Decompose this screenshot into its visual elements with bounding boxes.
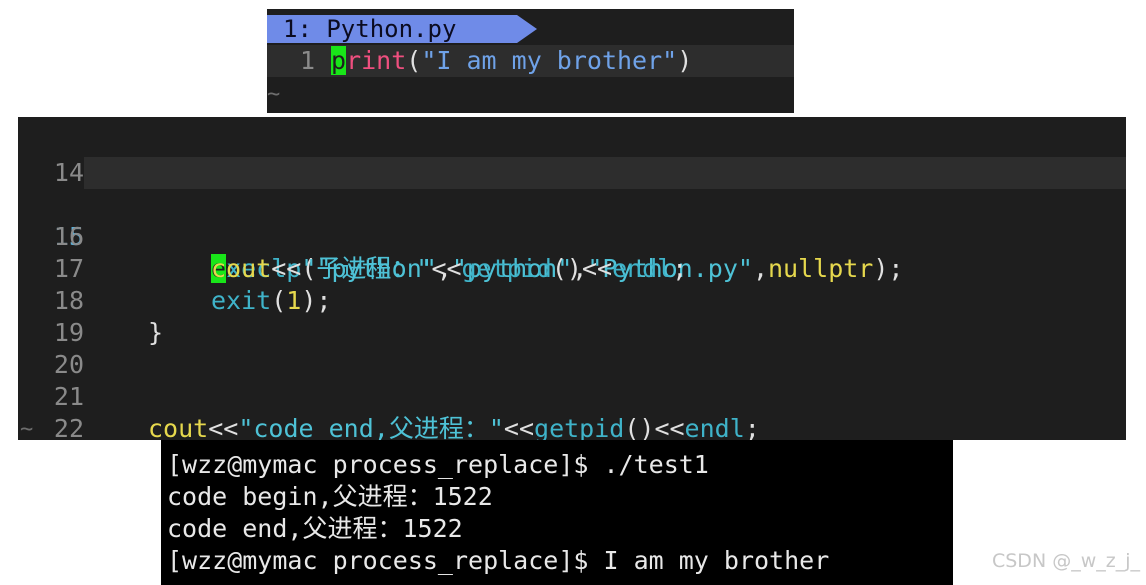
current-line-highlight (84, 157, 1126, 189)
string-literal: "code end,父进程：" (238, 414, 504, 440)
tab-arrow-icon (517, 15, 537, 43)
terminal-line: [wzz@mymac process_replace]$ ./test1 (167, 450, 709, 479)
editor-line-19[interactable]: 19 (18, 285, 1126, 347)
editor-line-1[interactable]: 1 print("I am my brother") (267, 45, 794, 77)
terminal-line: code end,父进程：1522 (167, 514, 463, 543)
empty-line-tilde: ~ (20, 417, 34, 440)
print-function: rint (346, 46, 407, 75)
tab-line: 1: Python.py (267, 9, 794, 43)
tab-python-py[interactable]: 1: Python.py (267, 15, 517, 43)
endl-identifier: endl (684, 414, 745, 440)
editor-line-22[interactable]: 22 } (18, 381, 1126, 440)
cout-keyword: cout (148, 414, 209, 440)
string-literal: "I am my brother" (421, 46, 678, 75)
watermark: CSDN @_w_z_j_ (991, 550, 1140, 572)
text-cursor: p (331, 46, 347, 75)
editor-line-21[interactable]: 21 cout<<"code end,父进程："<<getpid()<<endl… (18, 349, 1126, 440)
operator: << (208, 414, 239, 440)
editor-line-14[interactable]: 14 (18, 125, 1126, 187)
operator: << (654, 414, 685, 440)
paren: () (624, 414, 655, 440)
editor-line-17[interactable]: 17 exit(1); (18, 221, 1126, 315)
paren: ) (677, 46, 693, 75)
terminal-window[interactable]: [wzz@mymac process_replace]$ ./test1 cod… (161, 440, 953, 585)
semicolon: ; (744, 414, 760, 440)
cpp-editor-window: 14 15 execlp("python","python","Python.p… (18, 117, 1126, 440)
line-number: 1 (299, 46, 315, 75)
editor-line-15[interactable]: 15 execlp("python","python","Python.py",… (18, 157, 1126, 283)
editor-line-18[interactable]: 18 } (18, 253, 1126, 347)
editor-line-20[interactable]: 20 (18, 317, 1126, 379)
operator: << (503, 414, 535, 440)
editor-line-16[interactable]: 16 cout<<"子进程："<<getpid()<<endl; (18, 189, 1126, 283)
python-editor-window: 1: Python.py 1 print("I am my brother") ~ (267, 9, 794, 113)
empty-line-tilde: ~ (267, 82, 281, 107)
getpid-function: getpid (534, 414, 625, 440)
line-number: 22 (53, 414, 84, 440)
terminal-line: code begin,父进程：1522 (167, 482, 493, 511)
terminal-line: [wzz@mymac process_replace]$ I am my bro… (167, 546, 830, 575)
paren: ( (406, 46, 422, 75)
clipped-line (18, 117, 1126, 125)
